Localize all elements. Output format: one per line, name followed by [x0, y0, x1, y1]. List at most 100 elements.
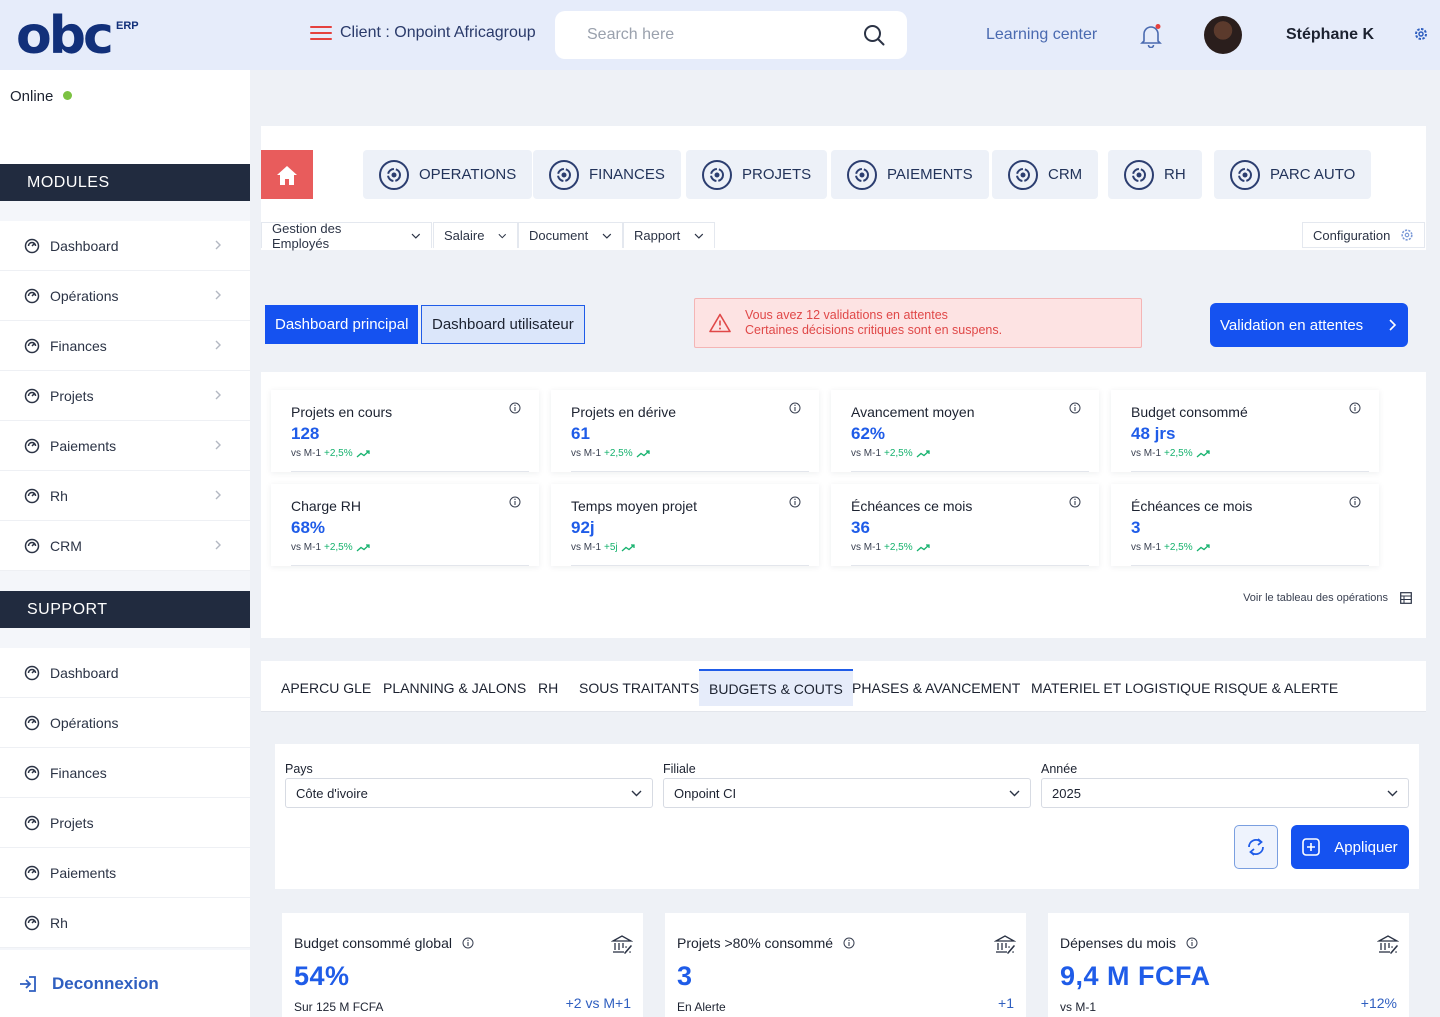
support-item-label: Paiements — [50, 864, 117, 881]
submenu-rapport[interactable]: Rapport — [623, 222, 715, 248]
stat-compare: vs M-1 +2,5% — [1131, 542, 1359, 553]
stat-compare-label: vs M-1 — [571, 448, 601, 459]
stat-title: Temps moyen projet — [571, 498, 698, 514]
submenu-label: Gestion des Employés — [272, 220, 342, 251]
bank-icon — [1377, 935, 1399, 954]
modules-menu: Dashboard Opérations Finances Projets Pa… — [0, 221, 250, 571]
module-finances[interactable]: FINANCES — [533, 150, 681, 199]
sidebar-item-finances[interactable]: Finances — [0, 321, 250, 371]
support-item-dashboard[interactable]: Dashboard — [0, 648, 250, 698]
tabs-bar: APERCU GLE PLANNING & JALONS RH SOUS TRA… — [261, 661, 1426, 712]
module-paiements[interactable]: PAIEMENTS — [831, 150, 989, 199]
module-label: OPERATIONS — [419, 166, 517, 183]
support-item-paiements[interactable]: Paiements — [0, 848, 250, 898]
search-input[interactable] — [587, 26, 827, 44]
submenu-document[interactable]: Document — [518, 222, 623, 248]
annee-select[interactable]: 2025 — [1041, 778, 1409, 808]
filters-panel: Pays Côte d'ivoire Filiale Onpoint CI An… — [275, 744, 1419, 889]
sidebar-item-projets[interactable]: Projets — [0, 371, 250, 421]
tab-apercu-gle[interactable]: APERCU GLE — [271, 669, 381, 706]
sidebar-item-label: Paiements — [50, 437, 117, 454]
pays-select[interactable]: Côte d'ivoire — [285, 778, 653, 808]
tab-risque-alerte[interactable]: RISQUE & ALERTE — [1204, 669, 1348, 706]
dashboard-icon — [24, 538, 40, 553]
module-rh[interactable]: RH — [1108, 150, 1202, 199]
sidebar-item-paiements[interactable]: Paiements — [0, 421, 250, 471]
filiale-value: Onpoint CI — [674, 785, 737, 801]
module-projets[interactable]: PROJETS — [686, 150, 828, 199]
sidebar-item-operations[interactable]: Opérations — [0, 271, 250, 321]
modules-bar: OPERATIONS FINANCES PROJETS PAIEMENTS CR… — [261, 126, 1426, 251]
filiale-select[interactable]: Onpoint CI — [663, 778, 1031, 808]
stat-divider — [1131, 565, 1369, 566]
stat-title: Échéances ce mois — [1131, 498, 1253, 514]
sidebar-item-crm[interactable]: CRM — [0, 521, 250, 571]
support-item-finances[interactable]: Finances — [0, 748, 250, 798]
home-button[interactable] — [261, 150, 313, 199]
validation-pending-button[interactable]: Validation en attentes — [1210, 303, 1408, 347]
info-icon[interactable] — [843, 937, 855, 949]
sidebar-item-dashboard[interactable]: Dashboard — [0, 221, 250, 271]
stat-value: 128 — [291, 424, 320, 443]
info-icon[interactable] — [1186, 937, 1198, 949]
configuration-button[interactable]: Configuration — [1302, 222, 1426, 248]
chevron-down-icon — [1009, 790, 1020, 796]
search-icon[interactable] — [863, 24, 885, 46]
support-item-projets[interactable]: Projets — [0, 798, 250, 848]
stat-card: Projets en dérive 61 vs M-1 +2,5% — [551, 390, 819, 472]
info-icon[interactable] — [789, 402, 801, 414]
tab-phases-avancement[interactable]: PHASES & AVANCEMENT — [842, 669, 1030, 706]
voir-tableau-link[interactable]: Voir le tableau des opérations — [1243, 592, 1412, 604]
tab-planning-jalons[interactable]: PLANNING & JALONS — [373, 669, 536, 706]
stat-compare: vs M-1 +5j — [571, 542, 799, 553]
info-icon[interactable] — [1069, 496, 1081, 508]
module-parc-auto[interactable]: PARC AUTO — [1214, 150, 1372, 199]
info-icon[interactable] — [1349, 402, 1361, 414]
info-icon[interactable] — [1349, 496, 1361, 508]
avatar[interactable] — [1204, 16, 1242, 54]
dashboard-icon — [24, 288, 40, 303]
info-icon[interactable] — [789, 496, 801, 508]
module-crm[interactable]: CRM — [992, 150, 1099, 199]
alert-line-1: Vous avez 12 validations en attentes — [745, 308, 948, 322]
menu-icon[interactable] — [310, 26, 332, 40]
info-icon[interactable] — [509, 496, 521, 508]
configuration-label: Configuration — [1313, 227, 1391, 243]
support-item-rh[interactable]: Rh — [0, 898, 250, 948]
stat-value: 92j — [571, 518, 595, 537]
settings-gear-icon[interactable] — [1413, 26, 1429, 42]
stat-card: Avancement moyen 62% vs M-1 +2,5% — [831, 390, 1099, 472]
support-item-label: Dashboard — [50, 664, 119, 681]
tab-sous-traitants[interactable]: SOUS TRAITANTS — [569, 669, 709, 706]
module-label: CRM — [1048, 166, 1083, 183]
tab-materiel-logistique[interactable]: MATERIEL ET LOGISTIQUE — [1021, 669, 1220, 706]
info-icon[interactable] — [509, 402, 521, 414]
info-icon[interactable] — [462, 937, 474, 949]
stat-compare: vs M-1 +2,5% — [291, 542, 519, 553]
refresh-button[interactable] — [1234, 825, 1278, 869]
logout-button[interactable]: Deconnexion — [0, 950, 250, 1017]
submenu-salaire[interactable]: Salaire — [433, 222, 518, 248]
add-square-icon — [1302, 838, 1321, 856]
apply-button[interactable]: Appliquer — [1291, 825, 1409, 869]
sidebar-item-label: Rh — [50, 487, 68, 504]
home-icon — [277, 165, 297, 185]
module-operations[interactable]: OPERATIONS — [363, 150, 533, 199]
notification-bell-icon[interactable] — [1140, 24, 1162, 48]
tab-budgets-couts[interactable]: BUDGETS & COUTS — [699, 669, 853, 706]
client-selector[interactable]: Client : Onpoint Africagroup — [310, 24, 536, 42]
user-name[interactable]: Stéphane K — [1286, 26, 1374, 44]
warning-icon — [709, 313, 731, 333]
info-icon[interactable] — [1069, 402, 1081, 414]
dashboard-principal-button[interactable]: Dashboard principal — [265, 305, 419, 344]
kpi-card: Projets >80% consommé 3 En Alerte +1 — [665, 913, 1026, 1017]
sidebar-item-rh[interactable]: Rh — [0, 471, 250, 521]
sidebar-item-label: Opérations — [50, 287, 119, 304]
stat-compare-label: vs M-1 — [571, 542, 601, 553]
learning-center-link[interactable]: Learning center — [986, 26, 1097, 44]
dashboard-utilisateur-button[interactable]: Dashboard utilisateur — [421, 305, 585, 344]
support-item-operations[interactable]: Opérations — [0, 698, 250, 748]
tab-rh[interactable]: RH — [528, 669, 568, 706]
submenu-gestion-employes[interactable]: Gestion des Employés — [261, 220, 432, 251]
module-label: PARC AUTO — [1270, 166, 1356, 183]
